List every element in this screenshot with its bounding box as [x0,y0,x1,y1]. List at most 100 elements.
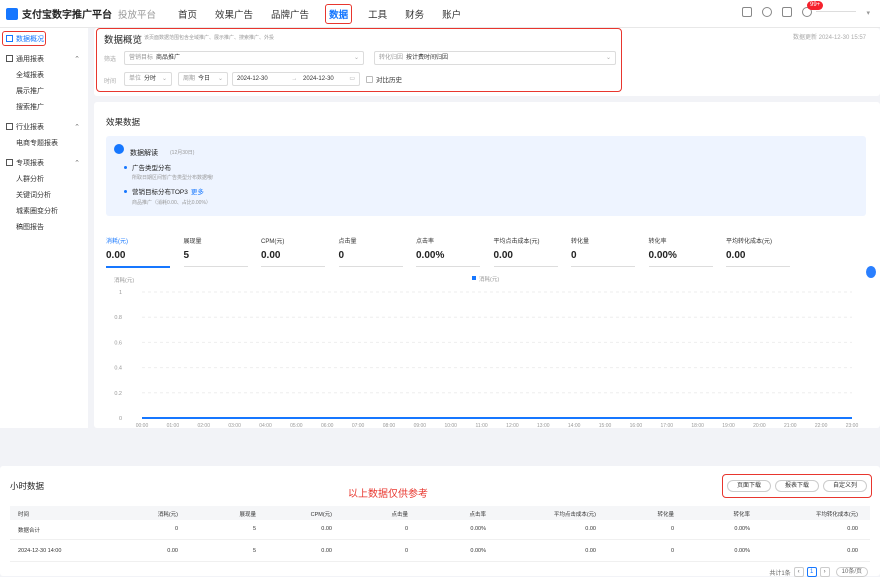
metric-0[interactable]: 消耗(元) 0.00 [106,236,170,268]
metric-underline [183,266,248,267]
interp-bullet-1: 广告类型分布 [124,162,171,172]
sidebar-item-6[interactable]: 电商专题报表 [0,136,88,152]
goal-select[interactable]: 营销目标 商品推广 ⌄ [124,51,364,65]
compare-history-checkbox[interactable]: 对比历史 [366,74,402,84]
goal-label: 营销目标 [129,55,154,61]
x-tick-label: 06:00 [321,423,334,428]
sidebar-item-9[interactable]: 关键词分析 [0,188,88,204]
screen-icon[interactable] [742,7,752,17]
table-cell: 数据合计 [18,528,41,534]
sidebar-item-2[interactable]: 全域报表 [0,68,88,84]
report-download-button[interactable]: 报表下载 [775,480,819,492]
metric-value: 5 [183,250,190,261]
page-download-button[interactable]: 页面下载 [727,480,771,492]
chevron-up-icon: ⌃ [74,160,80,167]
logo[interactable]: 支付宝数字推广平台 投放平台 [6,6,156,21]
chevron-down-icon: ⌄ [217,76,223,82]
notification-badge: 99+ [807,1,824,10]
sidebar-item-8[interactable]: 人群分析 [0,172,88,188]
sidebar-item-label: 行业报表 [16,124,44,131]
unit-select[interactable]: 单位 分时 ⌄ [124,72,172,86]
metric-underline [261,266,325,267]
platform-name: 投放平台 [118,9,157,21]
account-switcher[interactable] [816,11,856,12]
sidebar-item-4[interactable]: 搜索推广 [0,100,88,116]
metric-label: 点击率 [416,239,435,245]
sidebar-item-label: 电商专题报表 [16,140,58,147]
more-link[interactable]: 更多 [191,189,204,196]
interp-note-2: 商品推广（消耗0.00、占比0.00%） [132,200,211,206]
clipboard-icon[interactable] [782,7,792,17]
chevron-up-icon: ⌃ [74,124,80,131]
y-tick-label: 0.2 [114,391,122,397]
table-row: 2024-12-30 14:00 0.00 5 0.00 0 0.00% 0.00 0 0.00… [10,542,870,562]
sidebar-item-1[interactable]: 通用报表 ⌃ [0,52,88,68]
nav-item-4[interactable]: 工具 [366,5,389,23]
bell-icon[interactable]: 99+ [802,1,824,17]
conversion-select[interactable]: 转化归因 按计费时间归因 ⌄ [374,51,616,65]
x-tick-label: 15:00 [599,423,612,428]
y-tick-label: 0.4 [114,366,122,372]
sidebar-item-label: 人群分析 [16,176,44,183]
y-axis-label: 消耗(元) [114,276,134,284]
table-cell: 0.00 [167,548,178,554]
filter-label: 筛选 [104,57,117,63]
column-header: 转化量 [657,512,674,518]
metric-8[interactable]: 平均转化成本(元) 0.00 [726,236,790,267]
x-tick-label: 08:00 [383,423,396,428]
table-cell: 0.00 [585,526,596,532]
column-header: 点击量 [391,512,408,518]
date-range-picker[interactable]: 2024-12-30 → 2024-12-30 ▭ [232,72,360,86]
x-tick-label: 16:00 [630,423,643,428]
metric-label: 平均点击成本(元) [493,239,540,245]
unit-value: 分时 [144,76,157,82]
column-header: 平均点击成本(元) [553,512,596,518]
sidebar-item-7[interactable]: 专项报表 ⌃ [0,156,88,172]
nav-item-1[interactable]: 效果广告 [213,5,255,23]
nav-item-2[interactable]: 品牌广告 [269,5,311,23]
metric-3[interactable]: 点击量 0 [338,236,403,267]
help-icon[interactable] [762,7,772,17]
chevron-down-icon[interactable]: ▾ [866,9,870,17]
menu-icon [6,159,13,166]
table-row: 数据合计 0 5 0.00 0 0.00% 0.00 0 0.00% 0.00 [10,520,870,540]
menu-icon [6,55,13,62]
sidebar-item-5[interactable]: 行业报表 ⌃ [0,120,88,136]
legend-swatch [472,276,476,280]
date-start: 2024-12-30 [237,76,268,82]
nav-item-6[interactable]: 账户 [440,5,463,23]
x-tick-label: 07:00 [352,423,365,428]
table-cell: 0.00% [470,548,486,554]
metric-value: 0 [338,250,345,261]
nav-item-3[interactable]: 数据 [325,3,353,24]
sidebar-item-label: 搜索推广 [16,104,44,111]
sidebar-item-0[interactable]: 数据概况 [0,32,88,48]
table-cell: 5 [252,548,256,554]
nav-item-5[interactable]: 财务 [403,5,426,23]
period-select[interactable]: 周期 今日 ⌄ [178,72,228,86]
sidebar-item-10[interactable]: 城素圈变分析 [0,204,88,220]
metric-2[interactable]: CPM(元) 0.00 [261,236,325,267]
column-header: 点击率 [469,512,486,518]
sidebar-item-3[interactable]: 展示推广 [0,84,88,100]
metric-4[interactable]: 点击率 0.00% [416,236,480,267]
table-cell: 0.00 [847,548,858,554]
metric-7[interactable]: 转化率 0.00% [648,236,713,267]
x-tick-label: 03:00 [228,423,241,428]
x-tick-label: 00:00 [136,423,149,428]
conversion-value: 按计费时间归因 [406,55,449,61]
metric-value: 0.00 [106,250,126,261]
metric-1[interactable]: 展现量 5 [183,236,248,267]
nav-item-0[interactable]: 首页 [176,5,199,23]
hourly-card: 小时数据 以上数据仅供参考 页面下载 报表下载 自定义列 时间 消耗(元) 展现量 C… [0,466,880,577]
sidebar-item-11[interactable]: 稿图报告 [0,220,88,236]
table-cell: 0.00 [847,526,858,532]
goal-value: 商品推广 [156,55,181,61]
custom-columns-button[interactable]: 自定义列 [823,480,867,492]
metric-5[interactable]: 平均点击成本(元) 0.00 [493,236,558,267]
sidebar-item-label: 专项报表 [16,160,44,167]
metric-6[interactable]: 转化量 0 [571,236,635,267]
conversion-label: 转化归因 [379,55,404,61]
chevron-up-icon: ⌃ [74,56,80,63]
x-tick-label: 13:00 [537,423,550,428]
